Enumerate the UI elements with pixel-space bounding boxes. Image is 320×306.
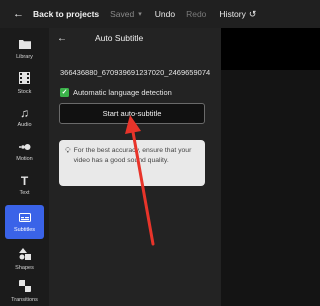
media-filename: 366436880_670939691237020_2469659074 (60, 68, 211, 77)
saved-label: Saved (110, 9, 135, 19)
panel-title: Auto Subtitle (95, 33, 144, 43)
preview-frame (221, 28, 320, 70)
arrow-left-icon[interactable]: ← (57, 33, 67, 44)
history-label: History (219, 9, 246, 19)
panel-header: ← Auto Subtitle (49, 28, 221, 48)
history-icon: ↺ (248, 8, 257, 19)
music-note-icon: ♫ (20, 105, 29, 120)
undo-button[interactable]: Undo (155, 9, 175, 19)
rail-item-label: Stock (17, 88, 32, 95)
preview-canvas (221, 28, 320, 306)
rail-item-stock[interactable]: Stock (5, 66, 44, 100)
rail-item-transitions[interactable]: Transitions (5, 274, 44, 306)
rail-item-label: Library (16, 53, 33, 60)
film-icon (19, 71, 30, 86)
motion-icon (18, 141, 31, 153)
checkmark-icon[interactable]: ✓ (60, 88, 69, 97)
tip-box: 💡︎ For the best accuracy, ensure that yo… (59, 140, 205, 186)
chevron-down-icon: ▾ (138, 11, 142, 18)
auto-subtitle-panel: ← Auto Subtitle 366436880_67093969123702… (49, 28, 221, 306)
rail-item-text[interactable]: T Text (5, 168, 44, 202)
arrow-left-icon: ← (13, 7, 24, 20)
redo-button[interactable]: Redo (186, 9, 206, 19)
transitions-icon (18, 279, 31, 294)
tip-text: For the best accuracy, ensure that your … (73, 147, 192, 164)
rail-item-shapes[interactable]: Shapes (5, 242, 44, 276)
top-bar: ← Back to projects Saved ▾ Undo Redo His… (0, 0, 320, 28)
rail-item-label: Audio (17, 121, 32, 128)
auto-language-detection-checkbox[interactable]: ✓ Automatic language detection (60, 88, 172, 97)
history-button[interactable]: History ↺ (219, 9, 256, 20)
rail-item-audio[interactable]: ♫ Audio (5, 100, 44, 134)
back-to-projects-label: Back to projects (33, 9, 100, 19)
folder-icon (18, 39, 31, 51)
rail-item-label: Shapes (15, 264, 34, 271)
subtitles-icon (18, 212, 31, 224)
back-to-projects-button[interactable]: ← Back to projects (13, 7, 100, 20)
shapes-icon (18, 247, 31, 262)
lightbulb-icon: 💡︎ (65, 146, 71, 155)
rail-item-label: Text (19, 189, 30, 196)
rail-item-label: Motion (16, 155, 33, 162)
rail-item-subtitles[interactable]: Subtitles (5, 205, 44, 239)
start-auto-subtitle-button[interactable]: Start auto-subtitle (59, 103, 205, 124)
rail-item-library[interactable]: Library (5, 32, 44, 66)
auto-language-detection-label: Automatic language detection (73, 88, 172, 97)
rail-item-label: Transitions (11, 296, 38, 303)
saved-status[interactable]: Saved ▾ (110, 9, 142, 19)
rail-item-label: Subtitles (13, 226, 36, 233)
left-rail: Library Stock ♫ Audio Motion T Text Subt… (0, 28, 49, 306)
rail-item-motion[interactable]: Motion (5, 134, 44, 168)
text-icon: T (20, 173, 29, 188)
